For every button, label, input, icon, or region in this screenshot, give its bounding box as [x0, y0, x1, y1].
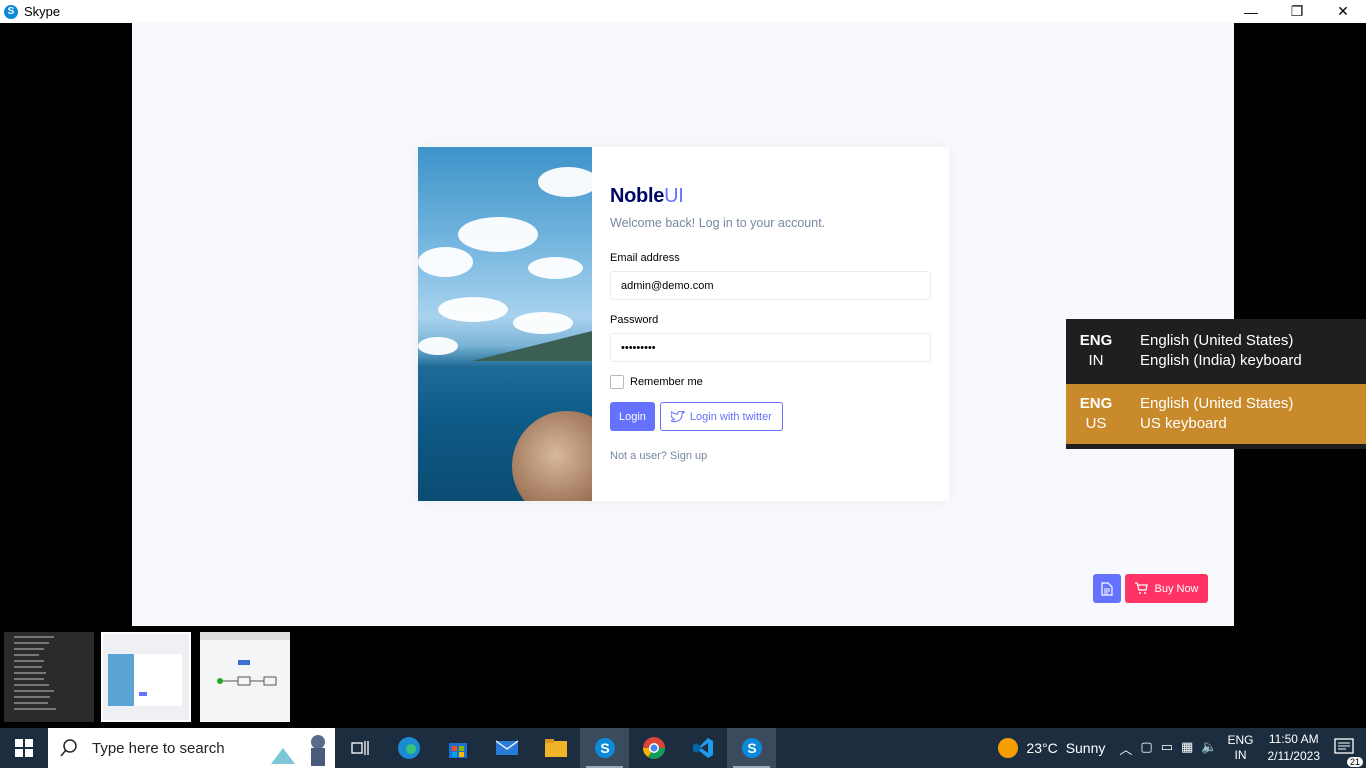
tray-clock[interactable]: 11:50 AM 2/11/2023 [1268, 731, 1321, 765]
store-icon [448, 743, 467, 758]
taskbar-search-box[interactable]: Type here to search [48, 728, 335, 768]
language-option-eng-us[interactable]: ENG US English (United States) US keyboard [1066, 384, 1366, 444]
svg-text:S: S [600, 740, 609, 756]
folder-icon [544, 739, 567, 757]
noble-ui-logo[interactable]: NobleUI [610, 185, 931, 208]
window-title: Skype [24, 4, 61, 19]
taskbar-skype-2[interactable]: S [727, 728, 776, 768]
vscode-icon [692, 738, 713, 758]
weather-temp: 23°C [1026, 740, 1058, 756]
notification-count: 21 [1346, 756, 1363, 767]
login-side-image [418, 147, 592, 501]
taskbar-store[interactable] [433, 728, 482, 768]
language-description: English (United States) US keyboard [1140, 395, 1294, 432]
documentation-button[interactable] [1093, 574, 1121, 603]
language-description: English (United States) English (India) k… [1140, 332, 1302, 369]
twitter-icon [670, 410, 685, 422]
login-form: NobleUI Welcome back! Log in to your acc… [592, 147, 949, 501]
battery-icon[interactable]: ▭ [1161, 739, 1173, 758]
twitter-button-label: Login with twitter [689, 410, 772, 423]
tray-icons: ︿ ▢ ▭ ▦ 🔈 [1119, 739, 1217, 758]
window-thumbnail-diagram[interactable] [200, 632, 290, 722]
svg-text:S: S [747, 740, 756, 756]
buy-now-button[interactable]: Buy Now [1125, 574, 1208, 603]
window-titlebar: S Skype — ❐ ✕ [0, 0, 1366, 23]
language-code: ENG US [1079, 395, 1113, 432]
skype-icon: S [594, 738, 615, 758]
welcome-text: Welcome back! Log in to your account. [610, 216, 826, 230]
window-thumbnail-code-files[interactable] [4, 632, 94, 722]
password-field[interactable]: ••••••••• [610, 333, 931, 362]
remember-me-checkbox[interactable] [610, 375, 624, 389]
minimize-button[interactable]: — [1228, 0, 1274, 23]
search-icon [60, 739, 77, 757]
mail-icon [495, 740, 518, 755]
meet-now-icon[interactable]: ▢ [1140, 739, 1152, 758]
close-button[interactable]: ✕ [1320, 0, 1366, 23]
taskbar-vscode[interactable] [678, 728, 727, 768]
document-icon [1101, 581, 1113, 596]
login-card: NobleUI Welcome back! Log in to your acc… [418, 147, 949, 501]
notification-center-button[interactable]: 21 [1334, 737, 1363, 767]
language-switcher-popup: ENG IN English (United States) English (In… [1066, 319, 1366, 449]
language-option-eng-in[interactable]: ENG IN English (United States) English (In… [1066, 321, 1366, 381]
skype-icon: S [741, 738, 762, 758]
sunny-icon [998, 738, 1019, 758]
notification-icon [1334, 737, 1354, 754]
edge-icon [397, 737, 420, 759]
search-placeholder: Type here to search [92, 739, 225, 757]
taskbar-edge[interactable] [384, 728, 433, 768]
language-code: ENG IN [1079, 332, 1113, 369]
tray-language-indicator[interactable]: ENG IN [1227, 733, 1253, 763]
window-thumbnail-skype-login[interactable] [101, 632, 191, 722]
windows-icon [15, 739, 33, 757]
remember-me: Remember me [610, 375, 931, 389]
volume-icon[interactable]: 🔈 [1201, 739, 1217, 758]
cart-icon [1135, 582, 1149, 594]
chevron-up-icon[interactable]: ︿ [1119, 739, 1132, 758]
chrome-icon [642, 737, 665, 759]
task-view-button[interactable] [335, 728, 384, 768]
taskbar-file-explorer[interactable] [531, 728, 580, 768]
email-label: Email address [610, 252, 680, 264]
login-with-twitter-button[interactable]: Login with twitter [659, 402, 783, 431]
remember-me-label[interactable]: Remember me [630, 376, 703, 388]
system-tray: 23°C Sunny ︿ ▢ ▭ ▦ 🔈 ENG IN 11:50 AM 2/1… [998, 728, 1366, 768]
taskbar: Type here to search S S 23°C Sunny ︿ ▢ ▭… [0, 728, 1366, 768]
task-view-icon [350, 741, 369, 755]
password-label: Password [610, 314, 659, 326]
taskbar-skype[interactable]: S [580, 728, 629, 768]
buy-now-label: Buy Now [1154, 582, 1199, 595]
start-button[interactable] [0, 728, 48, 768]
weather-condition: Sunny [1065, 740, 1106, 756]
weather-widget[interactable]: 23°C Sunny [998, 738, 1105, 758]
search-highlight-icon [271, 735, 325, 766]
network-icon[interactable]: ▦ [1181, 739, 1193, 758]
taskbar-mail[interactable] [482, 728, 531, 768]
email-field[interactable]: admin@demo.com [610, 271, 931, 300]
skype-icon: S [4, 4, 18, 19]
taskbar-chrome[interactable] [629, 728, 678, 768]
signup-link[interactable]: Not a user? Sign up [610, 450, 931, 462]
login-button[interactable]: Login [610, 402, 655, 431]
restore-button[interactable]: ❐ [1274, 0, 1320, 23]
login-button-row: Login Login with twitter [610, 402, 931, 431]
window-controls: — ❐ ✕ [1228, 0, 1366, 23]
